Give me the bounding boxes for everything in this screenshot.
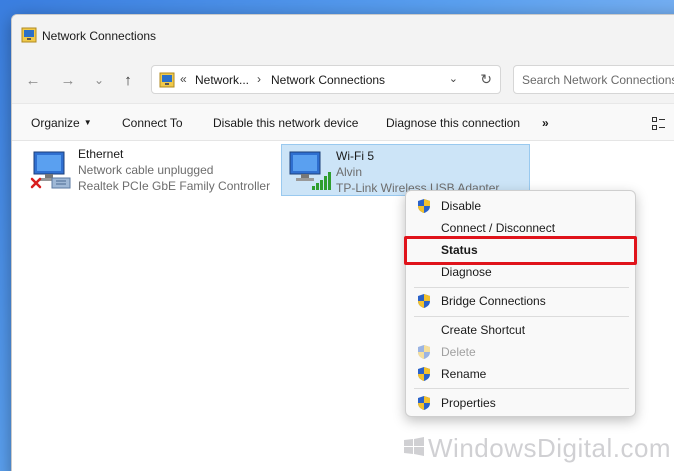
menu-separator	[414, 388, 629, 389]
menu-item-bridge-connections[interactable]: Bridge Connections	[406, 290, 635, 312]
recent-locations-chevron-icon[interactable]: ⌄	[87, 68, 111, 92]
connection-device: Realtek PCIe GbE Family Controller	[78, 179, 271, 193]
navigation-bar: ← → ⌄ ↑ « Network... › Network Connectio…	[12, 57, 674, 103]
menu-item-properties[interactable]: Properties	[406, 392, 635, 414]
title-bar: Network Connections	[12, 15, 674, 57]
menu-item-delete: Delete	[406, 341, 635, 363]
menu-separator	[414, 316, 629, 317]
diagnose-connection-button[interactable]: Diagnose this connection	[386, 116, 520, 130]
refresh-icon[interactable]: ↻	[480, 71, 492, 88]
menu-item-rename[interactable]: Rename	[406, 363, 635, 385]
breadcrumb-network-connections[interactable]: Network Connections	[271, 73, 385, 87]
change-view-icon[interactable]	[652, 117, 665, 130]
window-title: Network Connections	[42, 29, 157, 43]
connect-to-button[interactable]: Connect To	[122, 116, 183, 130]
connection-status: Alvin	[336, 165, 363, 179]
up-arrow-icon[interactable]: ↑	[116, 68, 140, 92]
organize-menu[interactable]: Organize ▼	[31, 116, 92, 130]
breadcrumb-network[interactable]: Network...	[195, 73, 249, 87]
disable-device-button[interactable]: Disable this network device	[213, 116, 358, 130]
menu-label: Rename	[441, 367, 487, 381]
signal-bars-icon	[312, 172, 331, 190]
connection-status: Network cable unplugged	[78, 163, 214, 177]
windows-logo-icon	[404, 437, 424, 456]
back-arrow-icon[interactable]: ←	[21, 68, 45, 92]
connection-ethernet[interactable]: Ethernet Network cable unplugged Realtek…	[24, 143, 284, 195]
connection-name: Wi-Fi 5	[336, 149, 374, 163]
disconnected-x-icon	[30, 177, 42, 189]
caret-down-icon: ▼	[83, 118, 92, 127]
address-overflow-icon[interactable]: «	[180, 72, 187, 86]
more-commands-icon[interactable]: »	[542, 116, 549, 130]
uac-shield-icon	[418, 199, 430, 213]
watermark-text: WindowsDigital.com	[428, 433, 672, 463]
address-dropdown-icon[interactable]: ⌄	[449, 72, 458, 85]
menu-label: Create Shortcut	[441, 323, 526, 337]
menu-separator	[414, 287, 629, 288]
forward-arrow-icon[interactable]: →	[56, 68, 80, 92]
context-menu: Disable Connect / Disconnect Status Diag…	[405, 190, 636, 417]
network-folder-icon	[159, 72, 175, 88]
menu-label: Properties	[441, 396, 496, 410]
uac-shield-icon	[418, 396, 430, 410]
address-bar[interactable]: « Network... › Network Connections ⌄ ↻	[151, 65, 501, 94]
uac-shield-icon	[418, 345, 430, 359]
command-bar: Organize ▼ Connect To Disable this networ…	[12, 103, 674, 141]
menu-label: Disable	[441, 199, 482, 213]
menu-item-create-shortcut[interactable]: Create Shortcut	[406, 319, 635, 341]
breadcrumb-separator-icon[interactable]: ›	[257, 72, 261, 86]
organize-label: Organize	[31, 116, 80, 130]
search-input[interactable]: Search Network Connections	[513, 65, 674, 94]
uac-shield-icon	[418, 367, 430, 381]
network-folder-icon	[21, 27, 37, 43]
uac-shield-icon	[418, 294, 430, 308]
menu-label: Connect / Disconnect	[441, 221, 556, 235]
connection-name: Ethernet	[78, 147, 124, 161]
menu-item-disable[interactable]: Disable	[406, 195, 635, 217]
status-highlight-box	[404, 236, 637, 265]
menu-label: Bridge Connections	[441, 294, 546, 308]
menu-label: Diagnose	[441, 265, 492, 279]
menu-label: Delete	[441, 345, 476, 359]
connection-wifi[interactable]: Wi-Fi 5 Alvin TP-Link Wireless USB Adapt…	[281, 144, 530, 196]
